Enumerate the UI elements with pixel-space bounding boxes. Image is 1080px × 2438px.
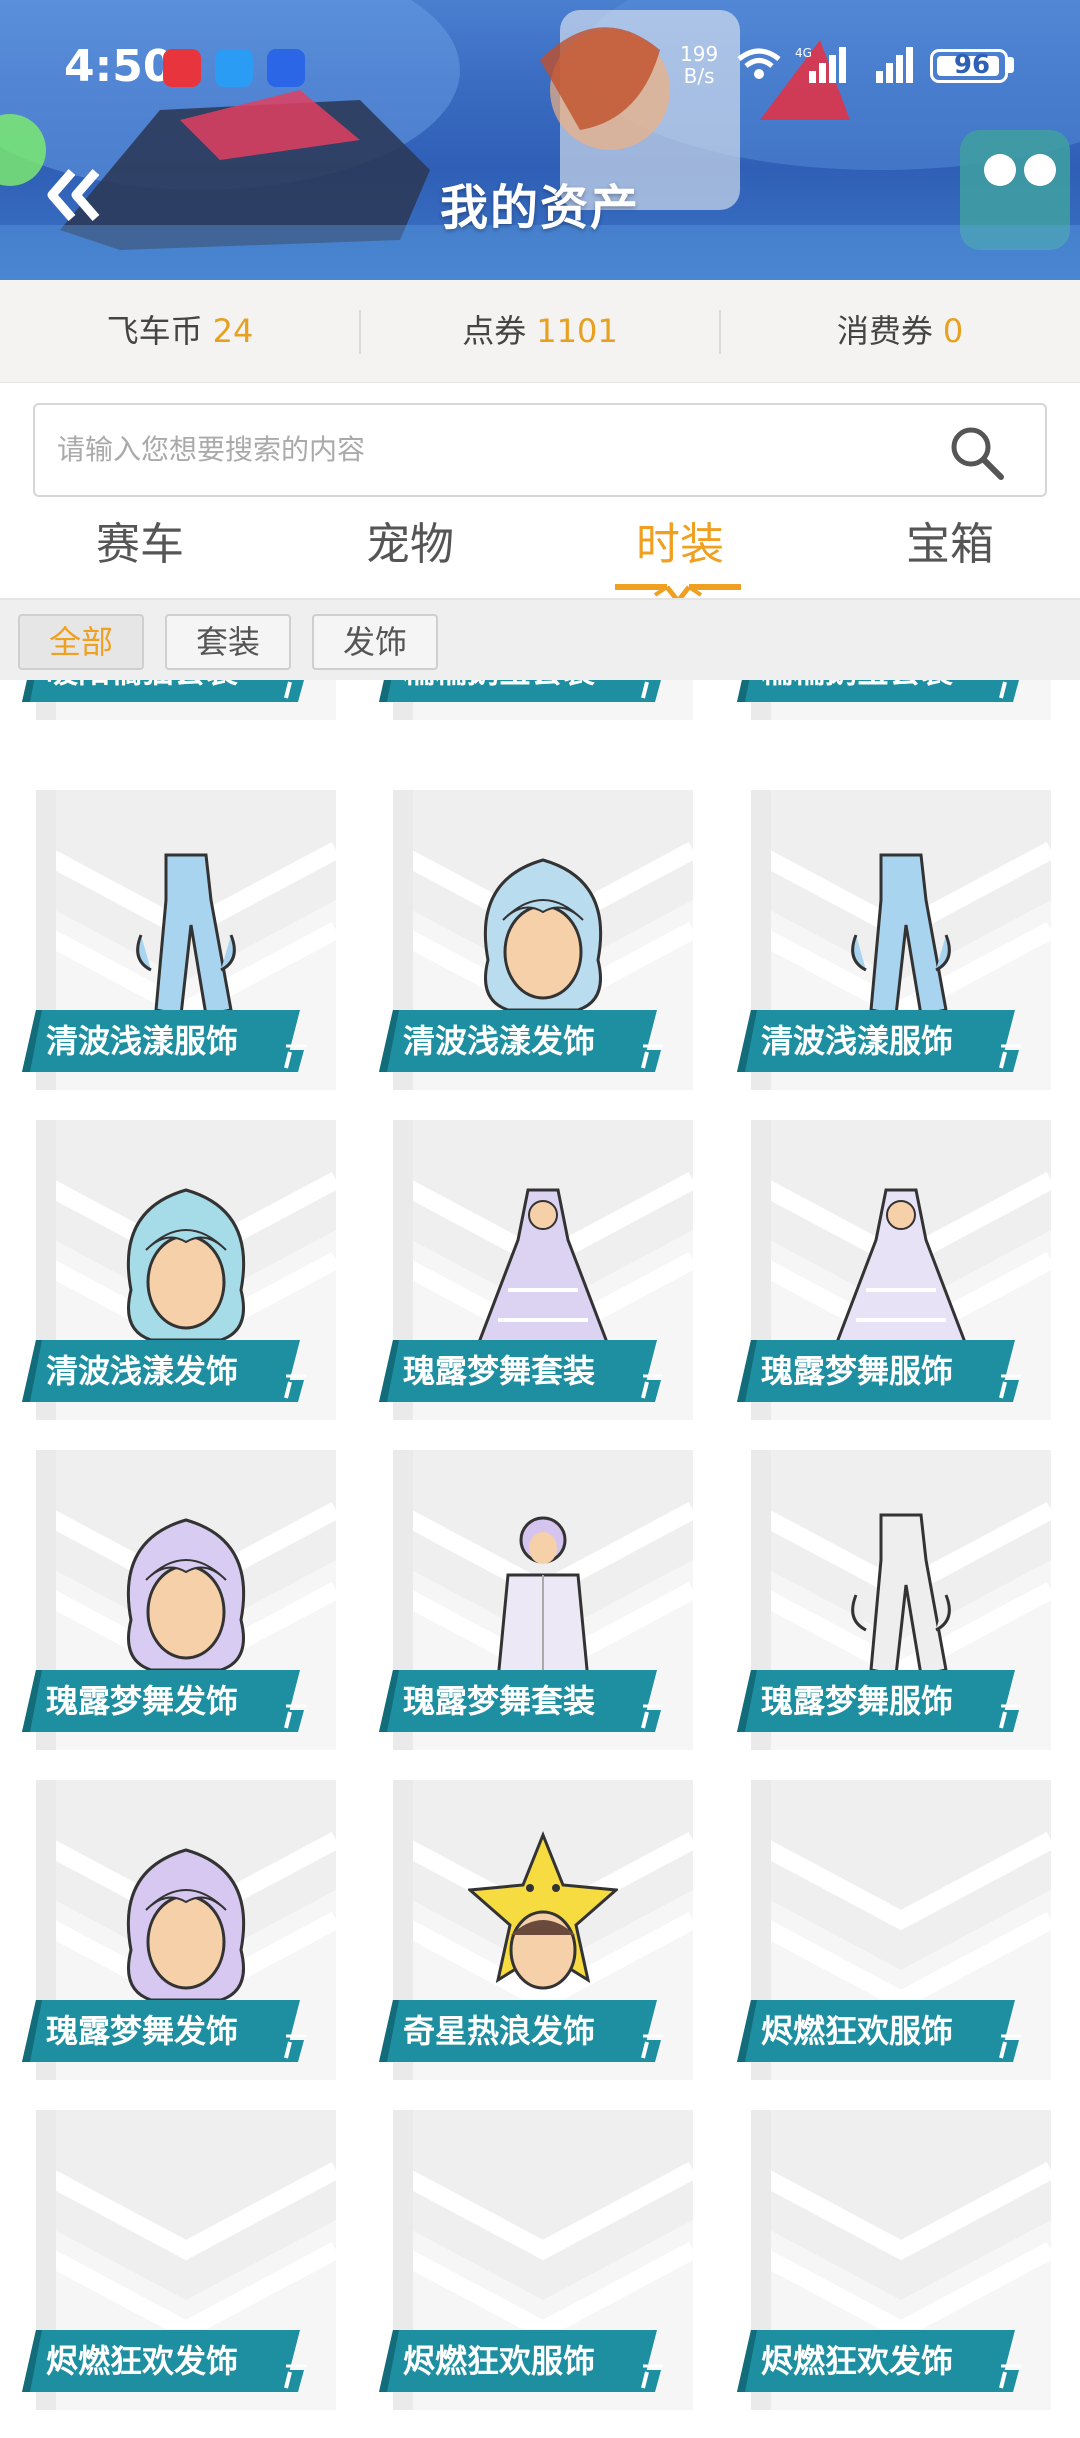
item-name: 瑰露梦舞套装 (403, 1682, 596, 1720)
item-grid: 暖阳橘猫套装糯糯鹅宝套装糯糯鹅宝套装清波浅漾服饰清波浅漾发饰清波浅漾服饰清波浅漾… (0, 680, 1080, 2438)
currency-voucher: 消费券 0 (836, 312, 964, 350)
filter-suit[interactable]: 套装 (165, 614, 291, 670)
item-name: 清波浅漾发饰 (403, 1022, 596, 1060)
fashion-item-card[interactable]: 烬燃狂欢服饰 (737, 1780, 1051, 2080)
fashion-item-card[interactable]: 烬燃狂欢发饰 (22, 2110, 336, 2410)
item-name: 瑰露梦舞发饰 (46, 1682, 239, 1720)
item-name: 奇星热浪发饰 (403, 2012, 596, 2050)
item-name-tag: 瑰露梦舞服饰 (737, 1670, 1047, 1732)
item-name-tag: 暖阳橘猫套装 (22, 680, 332, 702)
item-name-tag: 清波浅漾发饰 (22, 1340, 332, 1402)
search-input[interactable]: 请输入您想要搜索的内容 (33, 403, 1047, 497)
fashion-item-card[interactable]: 糯糯鹅宝套装 (737, 680, 1051, 720)
header-banner: 4:50 199 B/s 4G 96 我的资产 (0, 0, 1080, 280)
fashion-item-card[interactable]: 奇星热浪发饰 (379, 1780, 693, 2080)
security-app-icon (267, 49, 305, 87)
item-name-tag: 烬燃狂欢服饰 (737, 2000, 1047, 2062)
huawei-app-icon (163, 49, 201, 87)
item-name-tag: 瑰露梦舞发饰 (22, 2000, 332, 2062)
fashion-item-card[interactable]: 清波浅漾发饰 (379, 790, 693, 1090)
fashion-item-card[interactable]: 烬燃狂欢发饰 (737, 2110, 1051, 2410)
item-name-tag: 瑰露梦舞套装 (379, 1670, 689, 1732)
currency-bar: 飞车币 24 点券 1101 消费券 0 (0, 280, 1080, 383)
fashion-item-card[interactable]: 瑰露梦舞发饰 (22, 1450, 336, 1750)
cellular-signal-2-icon (876, 47, 913, 83)
category-tabs: 赛车 宠物 时装 宝箱 (0, 505, 1080, 605)
filter-bar: 全部 套装 发饰 (0, 600, 1080, 680)
item-name: 烬燃狂欢发饰 (761, 2342, 954, 2380)
network-speed: 199 B/s (680, 42, 719, 88)
outfit-icon (136, 853, 236, 1017)
fashion-item-card[interactable]: 糯糯鹅宝套装 (379, 680, 693, 720)
item-name: 烬燃狂欢服饰 (403, 2342, 596, 2380)
tab-pet[interactable]: 宠物 (275, 505, 545, 585)
dress-icon (833, 1188, 969, 1347)
item-name: 瑰露梦舞服饰 (761, 1352, 954, 1390)
item-name: 暖阳橘猫套装 (46, 680, 238, 702)
hair-icon (483, 858, 603, 1012)
tab-fashion[interactable]: 时装 (545, 505, 815, 585)
fashion-item-card[interactable]: 暖阳橘猫套装 (22, 680, 336, 720)
hair-icon (126, 1848, 246, 2002)
item-name: 烬燃狂欢发饰 (46, 2342, 239, 2380)
item-name-tag: 清波浅漾发饰 (379, 1010, 689, 1072)
item-name-tag: 烬燃狂欢发饰 (22, 2330, 332, 2392)
item-name-tag: 糯糯鹅宝套装 (379, 680, 689, 702)
item-name: 糯糯鹅宝套装 (403, 680, 595, 702)
item-name: 清波浅漾服饰 (46, 1022, 239, 1060)
item-name-tag: 清波浅漾服饰 (22, 1010, 332, 1072)
outfit-icon (851, 1513, 951, 1677)
suit-icon (496, 1516, 590, 1682)
fashion-item-card[interactable]: 清波浅漾服饰 (737, 790, 1051, 1090)
battery-icon: 96 (930, 49, 1008, 83)
item-name-tag: 奇星热浪发饰 (379, 2000, 689, 2062)
fashion-item-card[interactable]: 瑰露梦舞服饰 (737, 1450, 1051, 1750)
tab-racecar[interactable]: 赛车 (5, 505, 275, 585)
outfit-icon (851, 853, 951, 1017)
star-hat-icon (468, 1830, 618, 1990)
search-placeholder: 请输入您想要搜索的内容 (57, 433, 366, 466)
cellular-signal-icon: 4G (795, 46, 846, 83)
fashion-item-card[interactable]: 清波浅漾服饰 (22, 790, 336, 1090)
status-bar: 4:50 199 B/s 4G 96 (0, 35, 1080, 95)
filter-all[interactable]: 全部 (18, 614, 144, 670)
item-name-tag: 瑰露梦舞套装 (379, 1340, 689, 1402)
filter-hair[interactable]: 发饰 (312, 614, 438, 670)
tab-chest[interactable]: 宝箱 (815, 505, 1080, 585)
hair-icon (126, 1518, 246, 1672)
item-name-tag: 烬燃狂欢服饰 (379, 2330, 689, 2392)
currency-coin: 飞车币 24 (106, 312, 254, 350)
item-name: 清波浅漾服饰 (761, 1022, 954, 1060)
item-name: 烬燃狂欢服饰 (761, 2012, 954, 2050)
fashion-item-card[interactable]: 瑰露梦舞套装 (379, 1450, 693, 1750)
item-name-tag: 瑰露梦舞服饰 (737, 1340, 1047, 1402)
fashion-item-card[interactable]: 瑰露梦舞发饰 (22, 1780, 336, 2080)
dress-icon (475, 1188, 611, 1347)
item-name: 瑰露梦舞套装 (403, 1352, 596, 1390)
fashion-item-card[interactable]: 瑰露梦舞服饰 (737, 1120, 1051, 1420)
page-title: 我的资产 (439, 180, 640, 236)
item-name-tag: 糯糯鹅宝套装 (737, 680, 1047, 702)
item-name: 瑰露梦舞发饰 (46, 2012, 239, 2050)
item-name-tag: 清波浅漾服饰 (737, 1010, 1047, 1072)
svg-text:4G: 4G (795, 46, 812, 60)
item-name-tag: 烬燃狂欢发饰 (737, 2330, 1047, 2392)
currency-points: 点券 1101 (462, 312, 618, 350)
item-name: 糯糯鹅宝套装 (761, 680, 953, 702)
clock: 4:50 (64, 41, 174, 92)
fashion-item-card[interactable]: 清波浅漾发饰 (22, 1120, 336, 1420)
battery-tip (1008, 57, 1014, 73)
search-icon[interactable] (947, 423, 1007, 483)
item-name-tag: 瑰露梦舞发饰 (22, 1670, 332, 1732)
fashion-item-card[interactable]: 瑰露梦舞套装 (379, 1120, 693, 1420)
fashion-item-card[interactable]: 烬燃狂欢服饰 (379, 2110, 693, 2410)
wifi-icon (737, 48, 781, 79)
message-app-icon (215, 49, 253, 87)
hair-icon (126, 1188, 246, 1342)
item-name: 清波浅漾发饰 (46, 1352, 239, 1390)
item-name: 瑰露梦舞服饰 (761, 1682, 954, 1720)
